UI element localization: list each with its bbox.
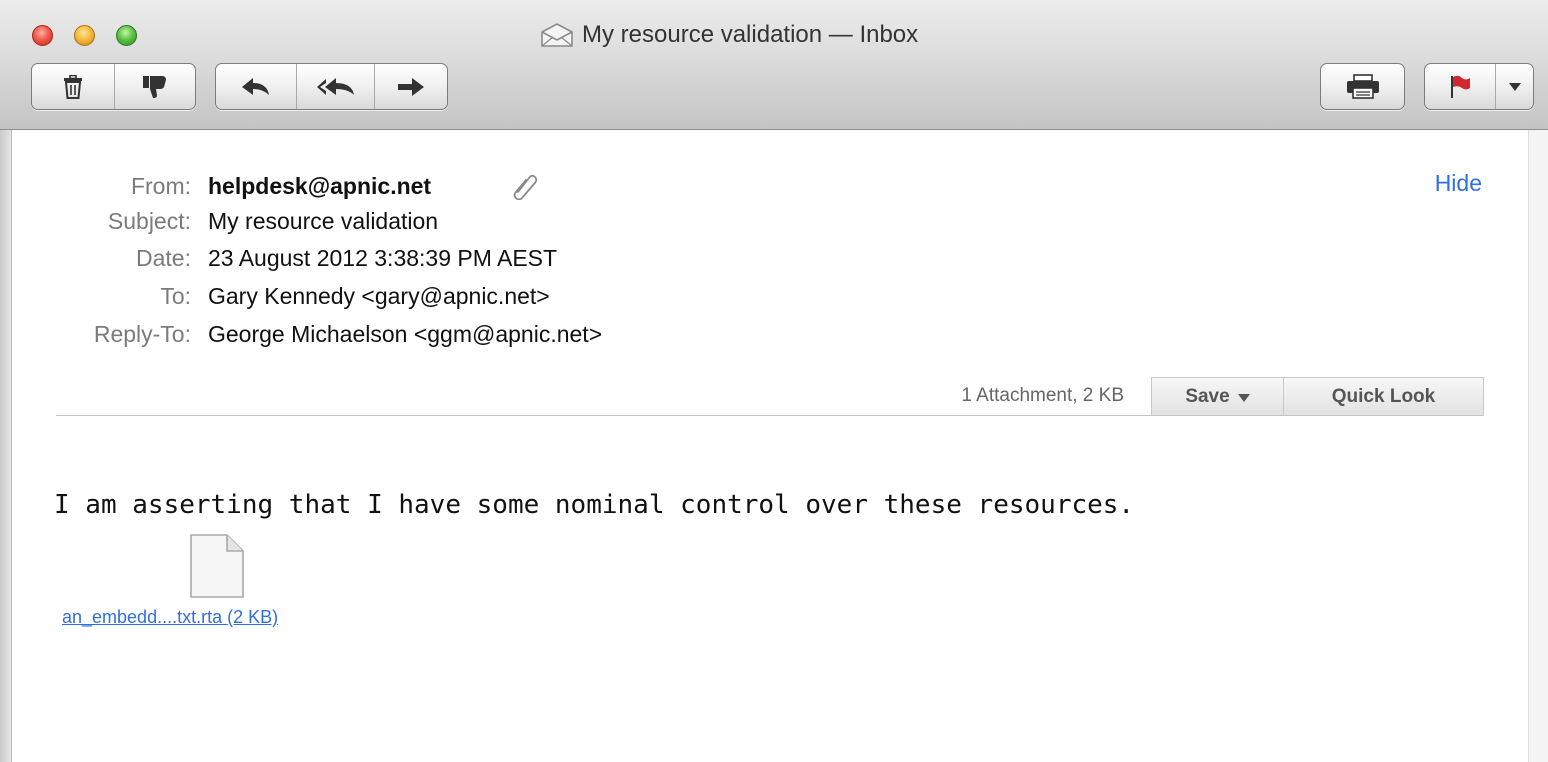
flag-menu-button[interactable] <box>1495 64 1533 109</box>
from-label: From: <box>130 173 191 199</box>
delete-button[interactable] <box>32 64 114 109</box>
reply-button[interactable] <box>216 64 296 109</box>
forward-icon <box>397 77 425 97</box>
date-value: 23 August 2012 3:38:39 PM AEST <box>208 245 558 271</box>
zoom-window-button[interactable] <box>116 25 137 46</box>
thumbs-down-icon <box>142 75 168 99</box>
reply-all-button[interactable] <box>296 64 374 109</box>
attachment-summary: 1 Attachment, 2 KB <box>961 385 1124 406</box>
junk-button[interactable] <box>114 64 195 109</box>
window-title-text: My resource validation — Inbox <box>582 21 919 48</box>
paperclip-icon <box>512 172 538 206</box>
print-group <box>1320 63 1405 110</box>
message-header: From: helpdesk@apnic.net Subject: My res… <box>0 130 1528 430</box>
reply-to-label: Reply-To: <box>93 321 191 347</box>
reply-icon <box>241 77 271 97</box>
subject-row: Subject: My resource validation <box>0 207 1528 235</box>
window-title: My resource validation — Inbox <box>540 20 918 50</box>
title-toolbar: My resource validation — Inbox <box>0 0 1548 130</box>
subject-value: My resource validation <box>208 208 439 234</box>
document-icon[interactable] <box>189 533 245 604</box>
flag-group <box>1424 63 1534 110</box>
from-value[interactable]: helpdesk@apnic.net <box>208 172 431 200</box>
reply-all-icon <box>316 77 356 97</box>
hide-details-link[interactable]: Hide <box>1435 170 1482 197</box>
save-chevron-icon <box>1237 386 1250 408</box>
save-label: Save <box>1185 385 1230 407</box>
trash-icon <box>62 74 84 99</box>
to-row: To: Gary Kennedy <gary@apnic.net> <box>0 282 1528 310</box>
date-label: Date: <box>136 245 191 271</box>
flag-button[interactable] <box>1425 64 1495 109</box>
quick-look-button[interactable]: Quick Look <box>1283 378 1483 415</box>
date-row: Date: 23 August 2012 3:38:39 PM AEST <box>0 244 1528 272</box>
subject-label: Subject: <box>107 208 191 234</box>
attachment-link[interactable]: an_embedd....txt.rta (2 KB) <box>62 607 278 628</box>
printer-icon <box>1346 73 1380 100</box>
from-row: From: helpdesk@apnic.net <box>0 172 1528 201</box>
message-body-text: I am asserting that I have some nominal … <box>54 490 1135 520</box>
attachment-buttons: Save Quick Look <box>1151 377 1484 415</box>
to-value[interactable]: Gary Kennedy <gary@apnic.net> <box>208 282 550 310</box>
print-button[interactable] <box>1321 64 1404 109</box>
reply-to-value[interactable]: George Michaelson <ggm@apnic.net> <box>208 320 602 348</box>
to-label: To: <box>160 283 191 309</box>
chevron-down-icon <box>1508 82 1521 91</box>
flag-icon <box>1449 75 1471 99</box>
envelope-icon <box>540 22 574 48</box>
delete-junk-group <box>31 63 196 110</box>
close-window-button[interactable] <box>32 25 53 46</box>
minimize-window-button[interactable] <box>74 25 95 46</box>
reply-forward-group <box>215 63 448 110</box>
vertical-scrollbar[interactable] <box>1528 130 1548 762</box>
attachments-bar: 1 Attachment, 2 KB Save Quick Look <box>56 377 1484 416</box>
mail-window: My resource validation — Inbox From: hel… <box>0 0 1548 762</box>
reply-to-row: Reply-To: George Michaelson <ggm@apnic.n… <box>0 320 1528 348</box>
save-attachment-button[interactable]: Save <box>1152 378 1283 415</box>
forward-button[interactable] <box>374 64 447 109</box>
